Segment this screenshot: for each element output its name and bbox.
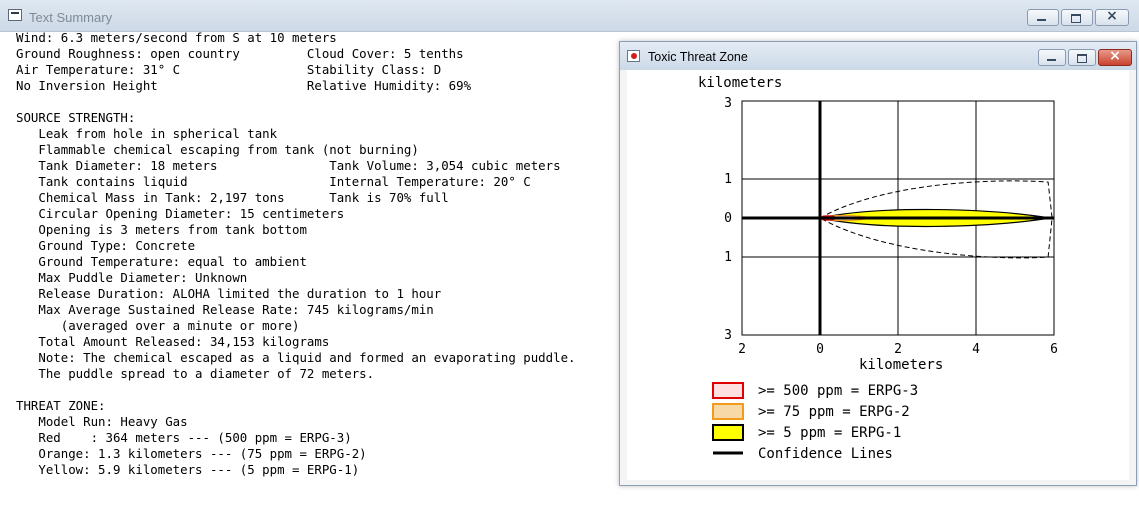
summary-line: THREAT ZONE: [16, 398, 106, 413]
summary-line: (averaged over a minute or more) [60, 318, 300, 333]
y-tick-label: 0 [724, 211, 732, 226]
close-icon: × [1106, 8, 1118, 24]
summary-line: Total Amount Released: 34,153 kilograms [38, 334, 330, 349]
y-tick-label: 1 [724, 250, 732, 265]
summary-line: The puddle spread to a diameter of 72 me… [38, 366, 375, 381]
x-tick-label: 6 [1050, 342, 1058, 357]
summary-line: Ground Temperature: equal to ambient [38, 254, 307, 269]
summary-line: Model Run: Heavy Gas [38, 414, 188, 429]
summary-line: Release Duration: ALOHA limited the dura… [38, 286, 442, 301]
x-tick-labels: 2 0 2 4 6 [738, 342, 1058, 357]
y-axis-label: kilometers [698, 75, 782, 91]
app-icon[interactable] [8, 9, 22, 21]
legend-swatch-yellow [712, 424, 744, 441]
x-tick-label: 2 [894, 342, 902, 357]
summary-line: Chemical Mass in Tank: 2,197 tons Tank i… [38, 190, 449, 205]
summary-line: Max Average Sustained Release Rate: 745 … [38, 302, 434, 317]
summary-line: Tank Diameter: 18 meters Tank Volume: 3,… [38, 158, 561, 173]
maximize-button[interactable] [1061, 9, 1093, 26]
text-summary-titlebar[interactable]: Text Summary × [0, 0, 1139, 32]
tz-close-button[interactable]: × [1098, 48, 1132, 66]
x-tick-label: 4 [972, 342, 980, 357]
threat-zone-chart: kilometers kilometers 2 0 2 4 6 3 1 0 1 3 >= 500… [698, 75, 1058, 462]
legend-label-yellow: >= 5 ppm = ERPG-1 [758, 425, 901, 441]
y-tick-labels: 3 1 0 1 3 [724, 96, 732, 343]
summary-line: Red : 364 meters --- (500 ppm = ERPG-3) [38, 430, 352, 445]
summary-line: Note: The chemical escaped as a liquid a… [38, 350, 576, 365]
summary-line: Max Puddle Diameter: Unknown [38, 270, 248, 285]
minimize-button[interactable] [1027, 9, 1059, 26]
summary-line: No Inversion Height Relative Humidity: 6… [16, 78, 472, 93]
threat-zone-title: Toxic Threat Zone [648, 50, 748, 64]
summary-line: Air Temperature: 31° C Stability Class: … [16, 62, 442, 77]
maximize-icon [1071, 14, 1081, 23]
summary-line: Wind: 6.3 meters/second from S at 10 met… [16, 31, 337, 45]
x-axis-label: kilometers [859, 357, 943, 373]
summary-line: Opening is 3 meters from tank bottom [38, 222, 307, 237]
legend-label-orange: >= 75 ppm = ERPG-2 [758, 404, 910, 420]
summary-line: SOURCE STRENGTH: [16, 110, 136, 125]
x-tick-label: 0 [816, 342, 824, 357]
summary-line: Flammable chemical escaping from tank (n… [38, 142, 419, 157]
y-tick-label: 3 [724, 96, 732, 111]
legend-swatch-red [712, 382, 744, 399]
summary-text: Wind: 6.3 meters/second from S at 10 met… [16, 31, 576, 478]
toxic-threat-zone-window[interactable]: Toxic Threat Zone × kilometers kilometer… [619, 41, 1137, 486]
close-button[interactable]: × [1095, 8, 1129, 26]
maximize-icon [1077, 54, 1087, 63]
minimize-icon [1037, 19, 1046, 21]
minimize-icon [1047, 59, 1056, 61]
y-tick-label: 3 [724, 328, 732, 343]
window-title: Text Summary [29, 10, 113, 25]
threat-zone-titlebar[interactable]: Toxic Threat Zone × [620, 42, 1136, 70]
summary-line: Ground Type: Concrete [38, 238, 196, 253]
summary-line: Leak from hole in spherical tank [38, 126, 278, 141]
legend: >= 500 ppm = ERPG-3 >= 75 ppm = ERPG-2 >… [712, 382, 918, 462]
legend-swatch-orange [712, 403, 744, 420]
legend-label-confidence: Confidence Lines [758, 446, 893, 462]
tz-minimize-button[interactable] [1038, 49, 1066, 66]
threat-zone-plot-area: kilometers kilometers 2 0 2 4 6 3 1 0 1 3 >= 500… [627, 70, 1129, 480]
y-tick-label: 1 [724, 172, 732, 187]
legend-label-red: >= 500 ppm = ERPG-3 [758, 383, 918, 399]
x-tick-label: 2 [738, 342, 746, 357]
tz-maximize-button[interactable] [1068, 49, 1096, 66]
summary-line: Ground Roughness: open country Cloud Cov… [16, 46, 464, 61]
summary-line: Orange: 1.3 kilometers --- (75 ppm = ERP… [38, 446, 367, 461]
close-icon: × [1109, 48, 1121, 64]
summary-line: Circular Opening Diameter: 15 centimeter… [38, 206, 345, 221]
threat-zone-icon[interactable] [627, 50, 640, 62]
summary-line: Yellow: 5.9 kilometers --- (5 ppm = ERPG… [38, 462, 360, 477]
summary-line: Tank contains liquid Internal Temperatur… [38, 174, 531, 189]
